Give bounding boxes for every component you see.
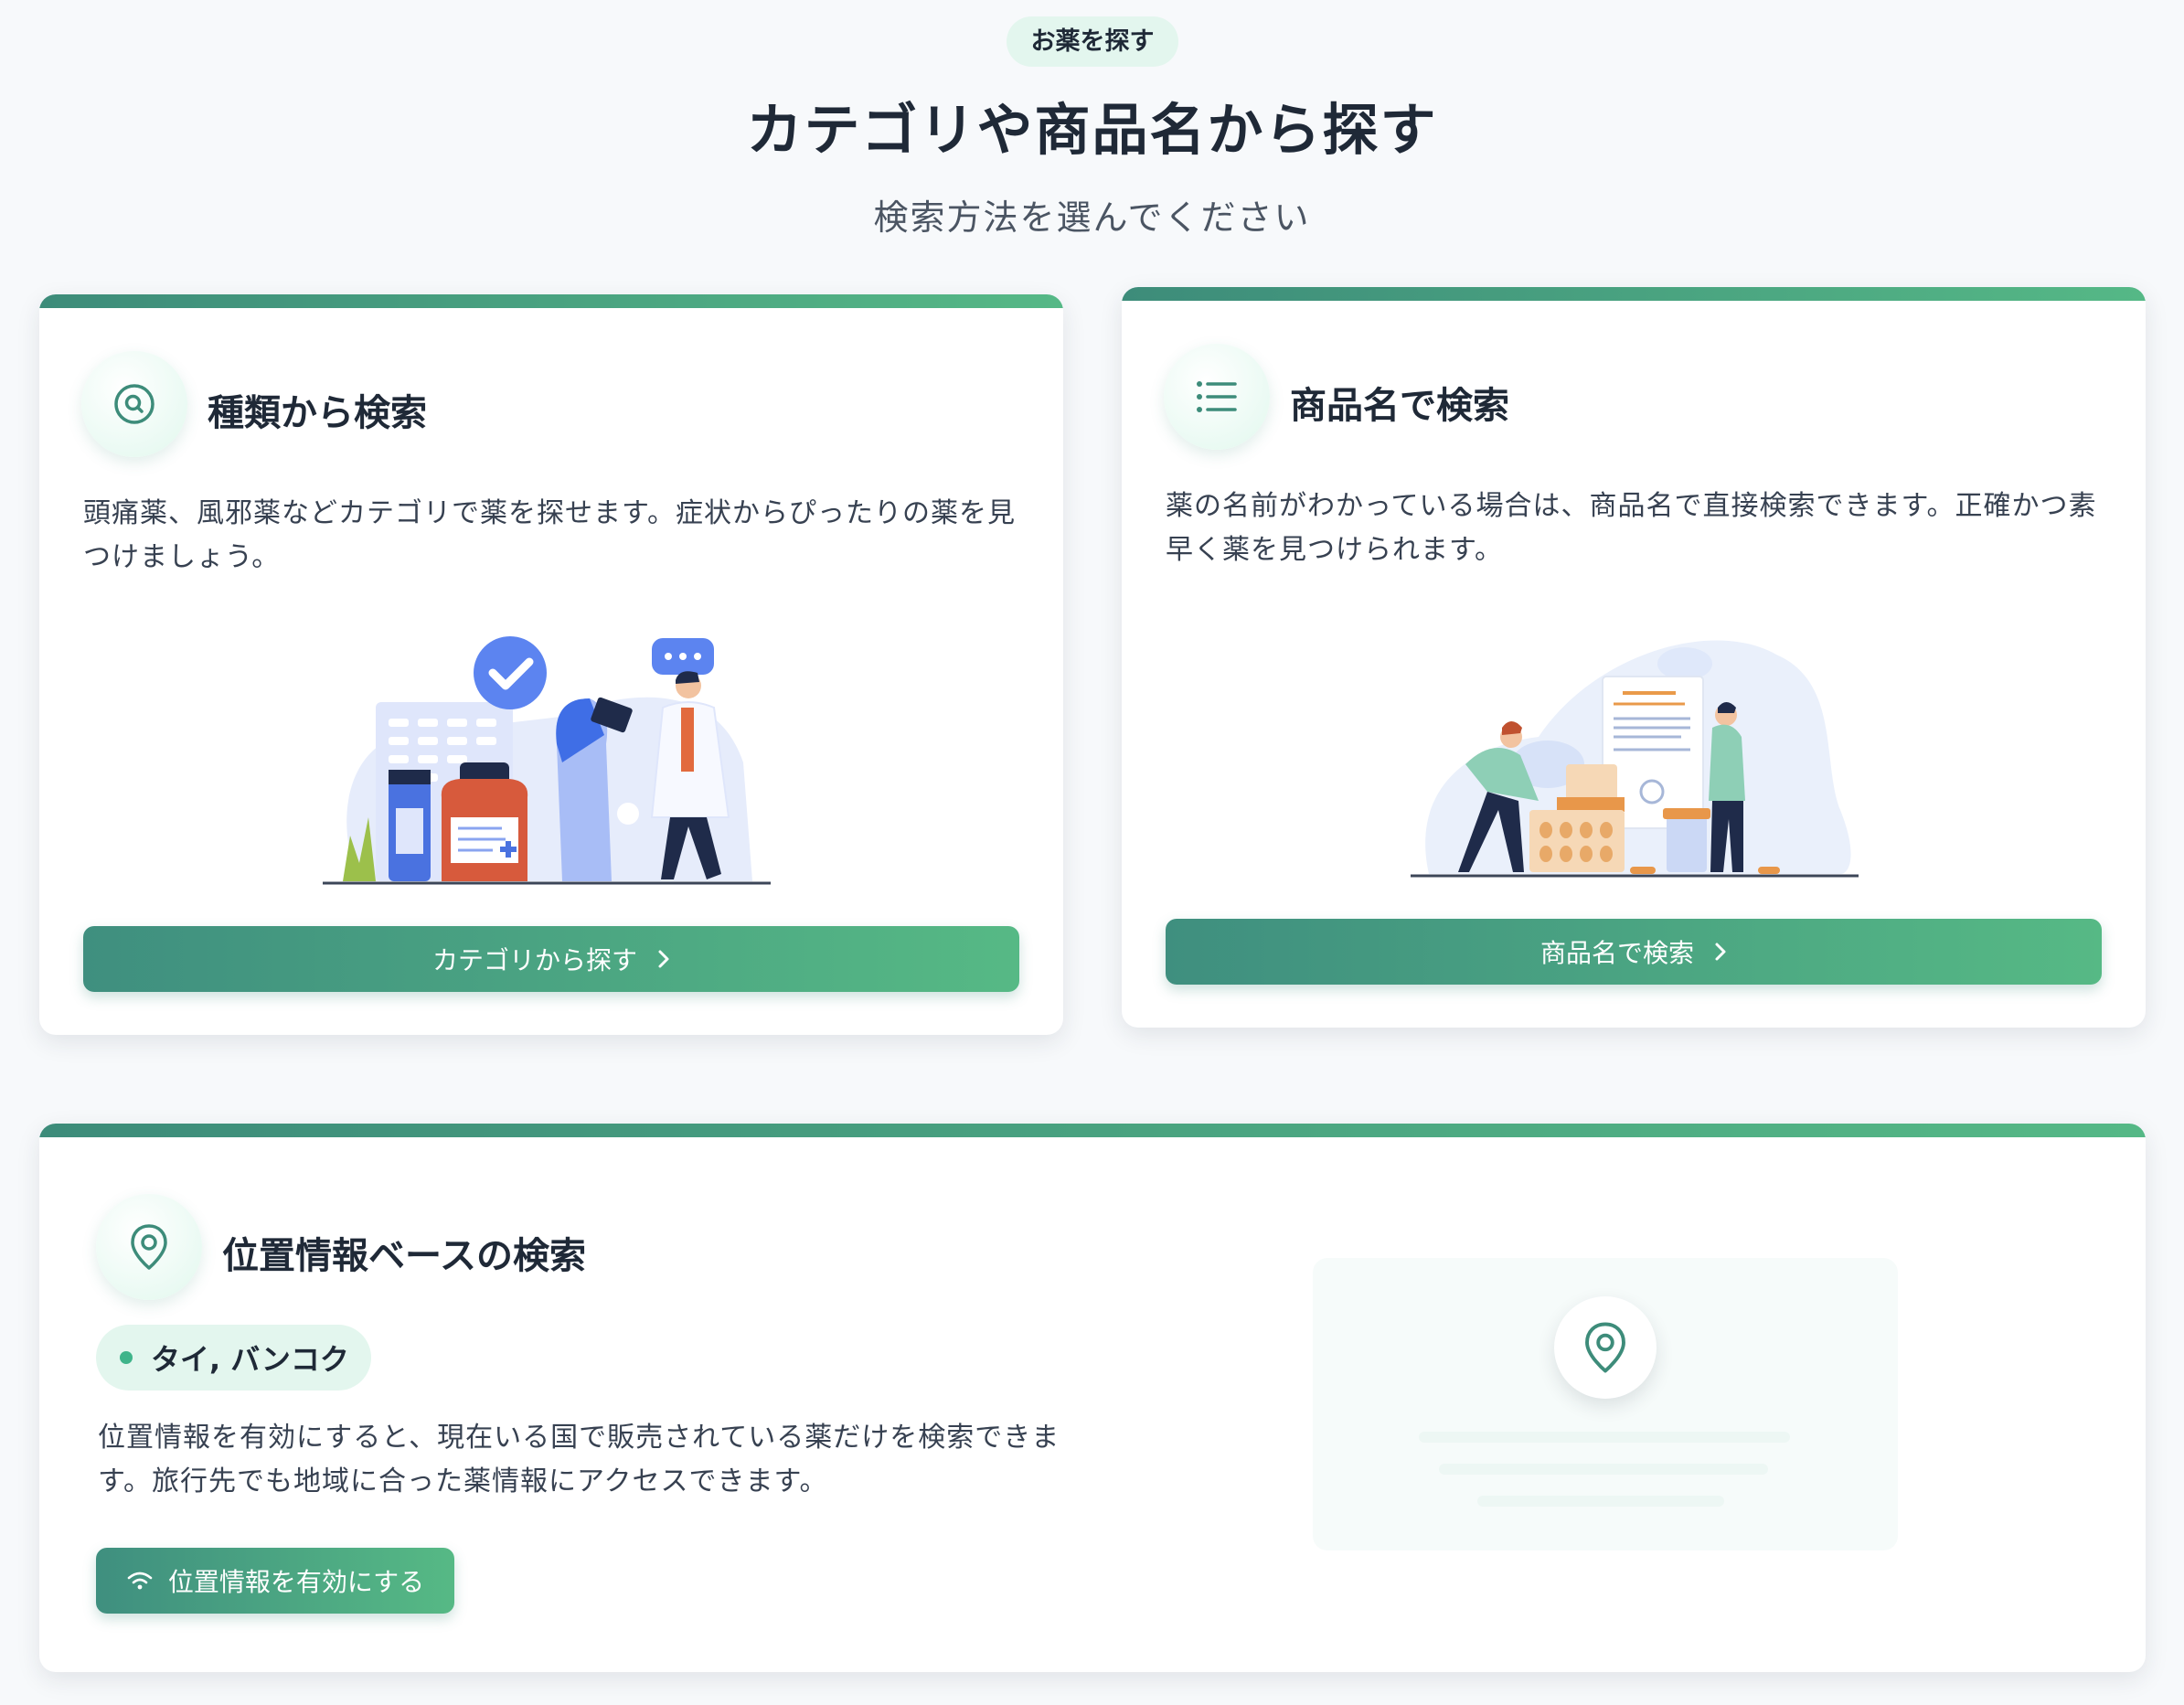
chevron-right-icon	[1714, 942, 1727, 962]
enable-location-button-label: 位置情報を有効にする	[167, 1567, 425, 1597]
location-card-description: 位置情報を有効にすると、現在いる国で販売されている薬だけを検索できます。旅行先で…	[98, 1422, 1060, 1497]
browse-by-category-button[interactable]: カテゴリから探す	[83, 926, 1019, 992]
category-card-icon-circle	[81, 351, 187, 457]
search-by-product-name-button[interactable]: 商品名で検索	[1166, 919, 2102, 985]
current-location-badge: タイ, バンコク	[96, 1325, 371, 1391]
category-card-description: 頭痛薬、風邪薬などカテゴリで薬を探せます。症状からぴったりの薬を見つけましょう。	[83, 497, 1016, 573]
search-by-product-name-button-label: 商品名で検索	[1539, 938, 1694, 968]
page-title: カテゴリや商品名から探す	[746, 98, 1438, 163]
card-accent-bar	[1122, 287, 2146, 301]
location-card-icon-circle	[96, 1194, 202, 1300]
enable-location-button[interactable]: 位置情報を有効にする	[96, 1548, 454, 1614]
current-location-label: タイ, バンコク	[151, 1342, 349, 1377]
location-map-placeholder	[1313, 1258, 1898, 1550]
chevron-right-icon	[657, 949, 670, 969]
search-icon	[112, 381, 157, 427]
location-card-title: 位置情報ベースの検索	[222, 1235, 586, 1277]
list-icon	[1195, 378, 1239, 415]
map-placeholder-line	[1439, 1464, 1768, 1475]
wifi-icon	[126, 1570, 154, 1592]
location-status-dot	[120, 1351, 133, 1364]
page: お薬を探す カテゴリや商品名から探す 検索方法を選んでください 種類から検索 頭…	[0, 0, 2184, 1705]
product-card-title: 商品名で検索	[1290, 385, 1509, 427]
product-card-icon-circle	[1164, 344, 1270, 450]
browse-by-category-button-label: カテゴリから探す	[431, 945, 637, 975]
page-subtitle: 検索方法を選んでください	[873, 197, 1311, 238]
product-name-search-card: 商品名で検索 薬の名前がわかっている場合は、商品名で直接検索できます。正確かつ素…	[1122, 287, 2146, 1028]
card-accent-bar	[39, 1124, 2146, 1137]
map-pin-marker	[1554, 1296, 1657, 1399]
map-pin-icon	[128, 1222, 170, 1272]
pharmacy-staff-illustration	[1411, 627, 1868, 896]
section-tag: お薬を探す	[1007, 16, 1178, 67]
card-accent-bar	[39, 294, 1063, 308]
pharmacist-illustration	[323, 634, 780, 903]
product-card-description: 薬の名前がわかっている場合は、商品名で直接検索できます。正確かつ素早く薬を見つけ…	[1166, 490, 2097, 566]
category-card-title: 種類から検索	[208, 392, 427, 434]
map-pin-icon	[1582, 1320, 1629, 1375]
map-placeholder-line	[1419, 1432, 1790, 1443]
category-search-card: 種類から検索 頭痛薬、風邪薬などカテゴリで薬を探せます。症状からぴったりの薬を見…	[39, 294, 1063, 1035]
map-placeholder-line	[1477, 1496, 1724, 1507]
location-search-card: 位置情報ベースの検索 タイ, バンコク 位置情報を有効にすると、現在いる国で販売…	[39, 1124, 2146, 1672]
